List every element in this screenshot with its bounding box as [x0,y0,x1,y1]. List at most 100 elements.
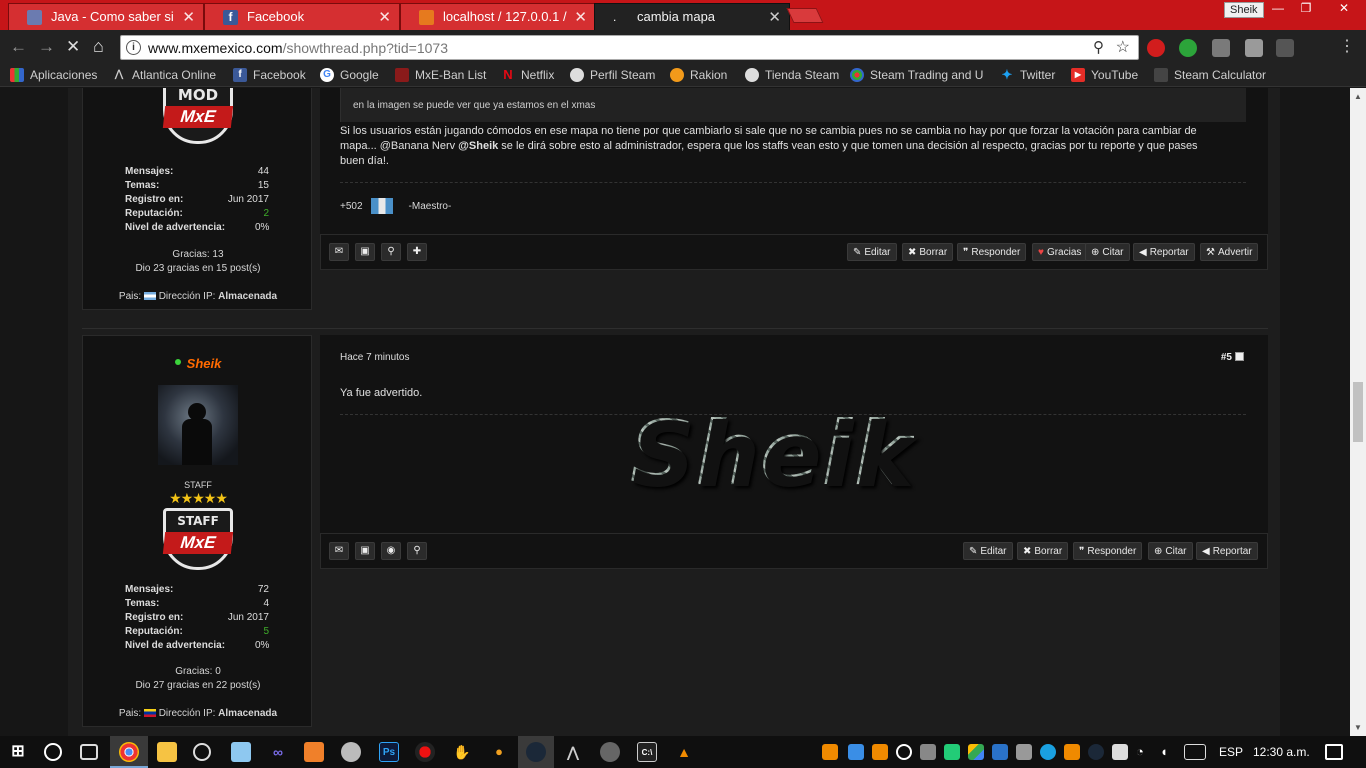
green-extension-icon[interactable] [1179,39,1197,57]
warn-button[interactable]: ⚒ Advertir [1200,243,1259,261]
username-link[interactable]: Sheik [187,356,222,371]
task-view-icon[interactable] [80,744,98,760]
xampp-icon[interactable] [304,742,324,762]
paint-icon[interactable] [341,742,361,762]
tray-teamviewer-icon[interactable] [1040,744,1056,760]
bookmark-netflix[interactable]: N Netflix [501,68,554,83]
tab-java[interactable]: Java - Como saber si un ✕ [8,3,204,30]
windows-start-icon[interactable]: ⊞ [8,742,28,762]
bookmark-star-icon[interactable]: ☆ [1116,37,1130,57]
bookmark-mxe-ban-list[interactable]: MxE-Ban List [395,68,486,82]
search-icon[interactable]: ⚲ [381,243,401,261]
email-icon[interactable]: ✉ [329,243,349,261]
cmd-icon[interactable]: C:\ [637,742,657,762]
bulb-icon[interactable]: ● [489,742,509,762]
tray-app-icon[interactable] [822,744,838,760]
bookmark-atlantica[interactable]: ⋀ Atlantica Online [112,68,216,82]
cloud-extension-icon[interactable] [1245,39,1263,57]
report-button[interactable]: ◀ Reportar [1196,542,1258,560]
photoshop-icon[interactable]: Ps [379,742,399,762]
atlantica-icon[interactable]: ⋀ [563,742,583,762]
delete-button[interactable]: ✖ Borrar [1017,542,1069,560]
select-post-checkbox[interactable] [1235,352,1244,361]
website-icon[interactable]: ◉ [381,542,401,560]
profile-button[interactable]: Sheik [1224,2,1264,18]
chrome-icon[interactable] [119,742,139,762]
tab-facebook[interactable]: f Facebook ✕ [204,3,400,30]
wifi-icon[interactable]: ◔ [1136,744,1152,760]
report-button[interactable]: ◀ Reportar [1133,243,1195,261]
close-tab-icon[interactable]: ✕ [768,8,781,26]
bookmark-google[interactable]: G Google [320,68,379,82]
bookmark-aplicaciones[interactable]: Aplicaciones [10,68,97,82]
address-bar[interactable]: i www.mxemexico.com/showthread.php?tid=1… [120,35,1139,60]
thanks-button[interactable]: ♥ Gracias [1032,243,1088,261]
bookmark-perfil-steam[interactable]: Perfil Steam [570,68,655,82]
menu-extension-icon[interactable] [1276,39,1294,57]
search-icon[interactable]: ⚲ [407,542,427,560]
quote-button[interactable]: ⊕ Citar [1085,243,1130,261]
bookmark-steam-trading[interactable]: Steam Trading and U [850,68,983,82]
recorder-icon[interactable] [415,742,435,762]
keyboard-icon[interactable] [1184,744,1206,760]
zoom-icon[interactable]: ⚲ [1093,38,1104,56]
cortana-icon[interactable] [44,743,62,761]
back-icon[interactable]: ← [10,38,27,55]
tray-usb-icon[interactable] [1016,744,1032,760]
language-indicator[interactable]: ESP [1219,745,1243,759]
tray-monitor-icon[interactable] [920,744,936,760]
bookmark-tienda-steam[interactable]: Tienda Steam [745,68,839,82]
media-player-icon[interactable] [193,743,211,761]
tab-cambia-mapa[interactable]: . cambia mapa ✕ [594,3,790,30]
delete-button[interactable]: ✖ Borrar [902,243,954,261]
post-number-link[interactable]: #5 [1221,352,1232,363]
email-icon[interactable]: ✉ [329,542,349,560]
reply-button[interactable]: ❞ Responder [957,243,1027,261]
tray-dropbox-icon[interactable] [992,744,1008,760]
tray-shield-icon[interactable] [944,744,960,760]
close-tab-icon[interactable]: ✕ [378,8,391,26]
tray-vlc-icon[interactable] [872,744,888,760]
tray-drive-icon[interactable] [968,744,984,760]
tray-xampp-icon[interactable] [1064,744,1080,760]
avatar[interactable] [158,385,238,465]
tray-gamepad-icon[interactable] [1112,744,1128,760]
pm-icon[interactable]: ▣ [355,243,375,261]
vlc-icon[interactable]: ▲ [674,742,694,762]
quote-button[interactable]: ⊕ Citar [1148,542,1193,560]
stop-icon[interactable]: ✕ [66,38,80,55]
info-icon[interactable]: i [126,40,141,55]
close-tab-icon[interactable]: ✕ [182,8,195,26]
lock-app-icon[interactable] [600,742,620,762]
infinity-icon[interactable]: ∞ [268,742,288,762]
steam-icon[interactable] [526,742,546,762]
bookmark-rakion[interactable]: Rakion [670,68,727,82]
scroll-down-icon[interactable]: ▼ [1354,723,1362,732]
gear-extension-icon[interactable] [1212,39,1230,57]
tray-media-icon[interactable] [896,744,912,760]
mention-link[interactable]: @Sheik [458,140,498,152]
bookmark-youtube[interactable]: ▶ YouTube [1071,68,1138,82]
plus-icon[interactable]: ✚ [407,243,427,261]
game-icon[interactable]: ✋ [452,742,472,762]
home-icon[interactable]: ⌂ [93,37,104,55]
close-window-icon[interactable]: ✕ [1322,0,1366,18]
bookmark-twitter[interactable]: ✦ Twitter [1000,68,1056,83]
3d-cube-icon[interactable] [231,742,251,762]
pm-icon[interactable]: ▣ [355,542,375,560]
system-clock[interactable]: 12:30 a.m. [1253,745,1310,759]
volume-icon[interactable]: ◖ [1160,744,1176,760]
page-scrollbar[interactable]: ▲ ▼ [1350,88,1366,736]
chrome-menu-icon[interactable]: ⋮ [1339,39,1355,57]
tray-app-icon[interactable] [848,744,864,760]
scrollbar-thumb[interactable] [1353,382,1363,442]
scroll-up-icon[interactable]: ▲ [1354,92,1362,101]
forward-icon[interactable]: → [38,38,55,55]
edit-button[interactable]: ✎ Editar [847,243,897,261]
new-tab-button[interactable] [786,8,824,23]
bookmark-steam-calculator[interactable]: Steam Calculator [1154,68,1266,82]
file-explorer-icon[interactable] [157,742,177,762]
edit-button[interactable]: ✎ Editar [963,542,1013,560]
ublock-extension-icon[interactable] [1147,39,1165,57]
tab-localhost[interactable]: localhost / 127.0.0.1 / m ✕ [400,3,596,30]
